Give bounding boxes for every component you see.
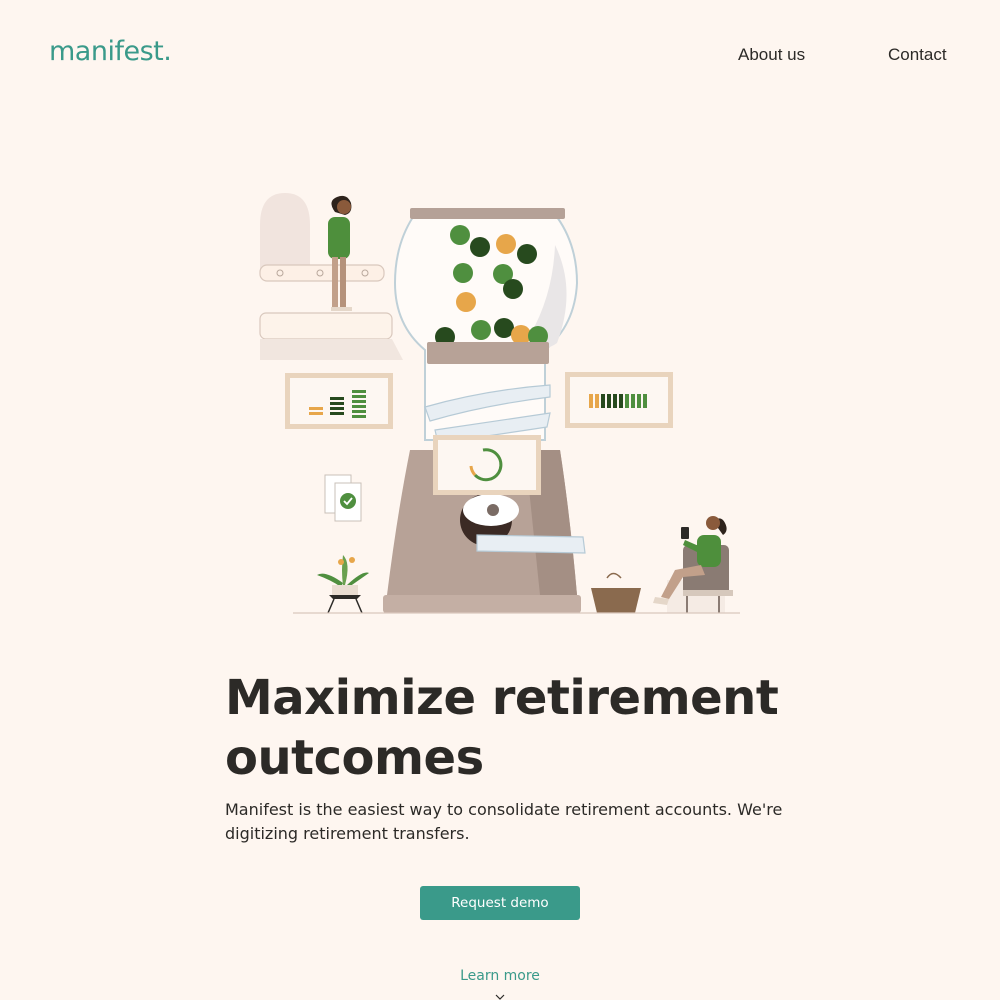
basket — [591, 572, 641, 613]
conveyor-platform — [259, 264, 403, 360]
nav-about-us[interactable]: About us — [738, 45, 805, 65]
learn-more-link[interactable]: Learn more — [460, 968, 540, 984]
screen-left-bar-chart — [285, 373, 393, 429]
standing-person-figure — [328, 195, 352, 311]
approved-document — [324, 474, 362, 522]
potted-plant — [317, 555, 369, 614]
check-icon — [340, 493, 356, 509]
machine-collar — [427, 342, 549, 364]
landing-page: manifest. About us Contact Maximize reti… — [0, 0, 1000, 1000]
logo[interactable]: manifest. — [49, 36, 172, 67]
chevron-down-icon[interactable] — [495, 994, 505, 1000]
hero-illustration — [259, 193, 740, 614]
hero-title: Maximize retirement outcomes — [225, 670, 779, 786]
nav-contact[interactable]: Contact — [888, 45, 947, 65]
hero-subtitle: Manifest is the easiest way to consolida… — [225, 800, 783, 843]
request-demo-button[interactable]: Request demo — [420, 886, 580, 920]
site-header: manifest. About us Contact — [0, 0, 1000, 110]
screen-center — [433, 435, 541, 495]
learn-more-link-container: Learn more — [0, 968, 1000, 984]
screen-right-bar-chart — [565, 372, 673, 428]
seated-person-figure — [653, 516, 733, 613]
doorway-arch — [260, 193, 310, 275]
